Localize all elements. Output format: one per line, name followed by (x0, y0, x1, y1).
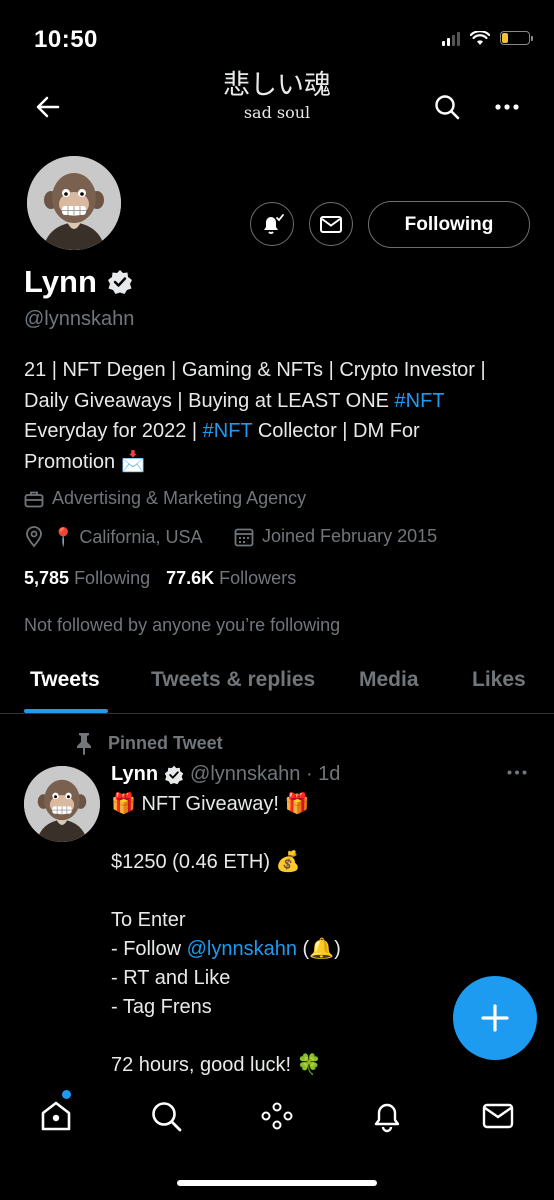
tab-likes[interactable]: Likes (472, 668, 526, 692)
profile-location: 📍 California, USA (24, 526, 202, 548)
more-icon (495, 104, 519, 110)
profile-name: Lynn (24, 264, 97, 299)
following-count-link[interactable]: 5,785 Following (24, 568, 150, 589)
bio-line: Everyday for 2022 | #NFT Collector | DM … (24, 416, 534, 447)
wifi-icon (470, 30, 490, 45)
followers-label: Followers (219, 568, 297, 588)
mail-icon (482, 1103, 514, 1129)
nav-spaces[interactable] (257, 1096, 297, 1136)
location-icon (26, 526, 42, 548)
tweet-line: 72 hours, good luck! 🍀 (111, 1054, 322, 1076)
tweet-text: (🔔) (296, 938, 341, 960)
tab-tweets[interactable]: Tweets (30, 668, 100, 692)
tweet-header: Lynn @lynnskahn · 1d (111, 763, 340, 786)
nav-messages[interactable] (478, 1096, 518, 1136)
followers-count-link[interactable]: 77.6K Followers (166, 568, 296, 589)
pinned-text: Pinned Tweet (108, 732, 223, 753)
briefcase-icon (24, 491, 44, 507)
search-button[interactable] (432, 92, 462, 122)
tweet-line: - Follow @lynnskahn (🔔) (111, 935, 501, 964)
tweet-handle-time: @lynnskahn · 1d (190, 763, 341, 785)
search-icon (152, 1102, 182, 1132)
bio-line: Daily Giveaways | Buying at LEAST ONE #N… (24, 386, 534, 417)
following-button[interactable]: Following (368, 201, 530, 248)
spaces-icon (261, 1102, 293, 1130)
notifications-toggle-button[interactable] (250, 202, 294, 246)
home-icon (41, 1101, 71, 1131)
profile-category: Advertising & Marketing Agency (24, 488, 306, 509)
category-text: Advertising & Marketing Agency (52, 488, 307, 508)
pinned-tweet-label: Pinned Tweet (74, 731, 223, 755)
cellular-signal-icon (442, 30, 460, 46)
bio-text: Collector | DM For (252, 420, 420, 442)
ape-avatar-image (24, 766, 100, 842)
tab-media[interactable]: Media (359, 668, 419, 692)
notification-bell-icon (374, 1103, 400, 1133)
following-label: Following (74, 568, 151, 588)
profile-joined: Joined February 2015 (234, 526, 437, 547)
tweet-text: - Follow (111, 938, 187, 960)
verified-icon (164, 765, 184, 784)
tweet-line: $1250 (0.46 ETH) 💰 (111, 851, 301, 873)
search-icon (435, 95, 460, 120)
nav-home[interactable] (36, 1096, 76, 1136)
profile-avatar[interactable] (24, 153, 124, 253)
bio-line: 21 | NFT Degen | Gaming & NFTs | Crypto … (24, 359, 486, 381)
bio-text: Everyday for 2022 | (24, 420, 203, 442)
more-options-button[interactable] (492, 95, 522, 119)
battery-icon (500, 31, 533, 45)
compose-plus-icon (481, 1004, 509, 1032)
nav-search[interactable] (146, 1096, 186, 1136)
mail-icon (320, 216, 342, 233)
header-title: 悲しい魂 (223, 70, 331, 101)
followers-count: 77.6K (166, 568, 215, 588)
not-followed-notice: Not followed by anyone you’re following (24, 615, 341, 635)
home-indicator (177, 1180, 377, 1186)
tweet-author-avatar[interactable] (24, 766, 100, 842)
location-text: 📍 California, USA (52, 526, 203, 547)
tabs-divider (0, 713, 554, 714)
follow-counts: 5,785 Following 77.6K Followers (24, 568, 296, 589)
ape-avatar-image (27, 156, 121, 250)
hashtag-link[interactable]: #NFT (203, 420, 253, 442)
calendar-icon (234, 528, 254, 546)
pin-icon (77, 733, 91, 755)
following-count: 5,785 (24, 568, 70, 588)
status-icons (442, 30, 533, 46)
message-button[interactable] (309, 202, 353, 246)
tweet-more-button[interactable] (505, 766, 529, 778)
tweet-line: To Enter (111, 909, 186, 931)
mention-link[interactable]: @lynnskahn (187, 938, 297, 960)
hashtag-link[interactable]: #NFT (395, 390, 445, 412)
tweet-line: - RT and Like (111, 967, 231, 989)
tweet-author-name[interactable]: Lynn (111, 763, 158, 786)
tweet-line: - Tag Frens (111, 996, 212, 1018)
profile-handle: @lynnskahn (24, 308, 135, 330)
more-icon (507, 770, 527, 774)
home-unread-dot (62, 1090, 71, 1099)
bio-line: Promotion 📩 (24, 450, 146, 473)
profile-bio: 21 | NFT Degen | Gaming & NFTs | Crypto … (24, 355, 534, 477)
tab-tweets-replies[interactable]: Tweets & replies (151, 668, 315, 692)
bio-text: Daily Giveaways | Buying at LEAST ONE (24, 389, 395, 412)
tweet-line: 🎁 NFT Giveaway! 🎁 (111, 793, 310, 815)
nav-notifications[interactable] (367, 1096, 407, 1136)
profile-name-row: Lynn (24, 264, 133, 300)
joined-text: Joined February 2015 (262, 526, 438, 546)
compose-tweet-button[interactable] (453, 976, 537, 1060)
verified-icon (107, 270, 132, 294)
status-time: 10:50 (34, 26, 98, 53)
tweet-body: 🎁 NFT Giveaway! 🎁 $1250 (0.46 ETH) 💰 To … (111, 790, 501, 1080)
header-subtitle: sad soul (243, 103, 311, 122)
notification-bell-icon (264, 214, 284, 234)
